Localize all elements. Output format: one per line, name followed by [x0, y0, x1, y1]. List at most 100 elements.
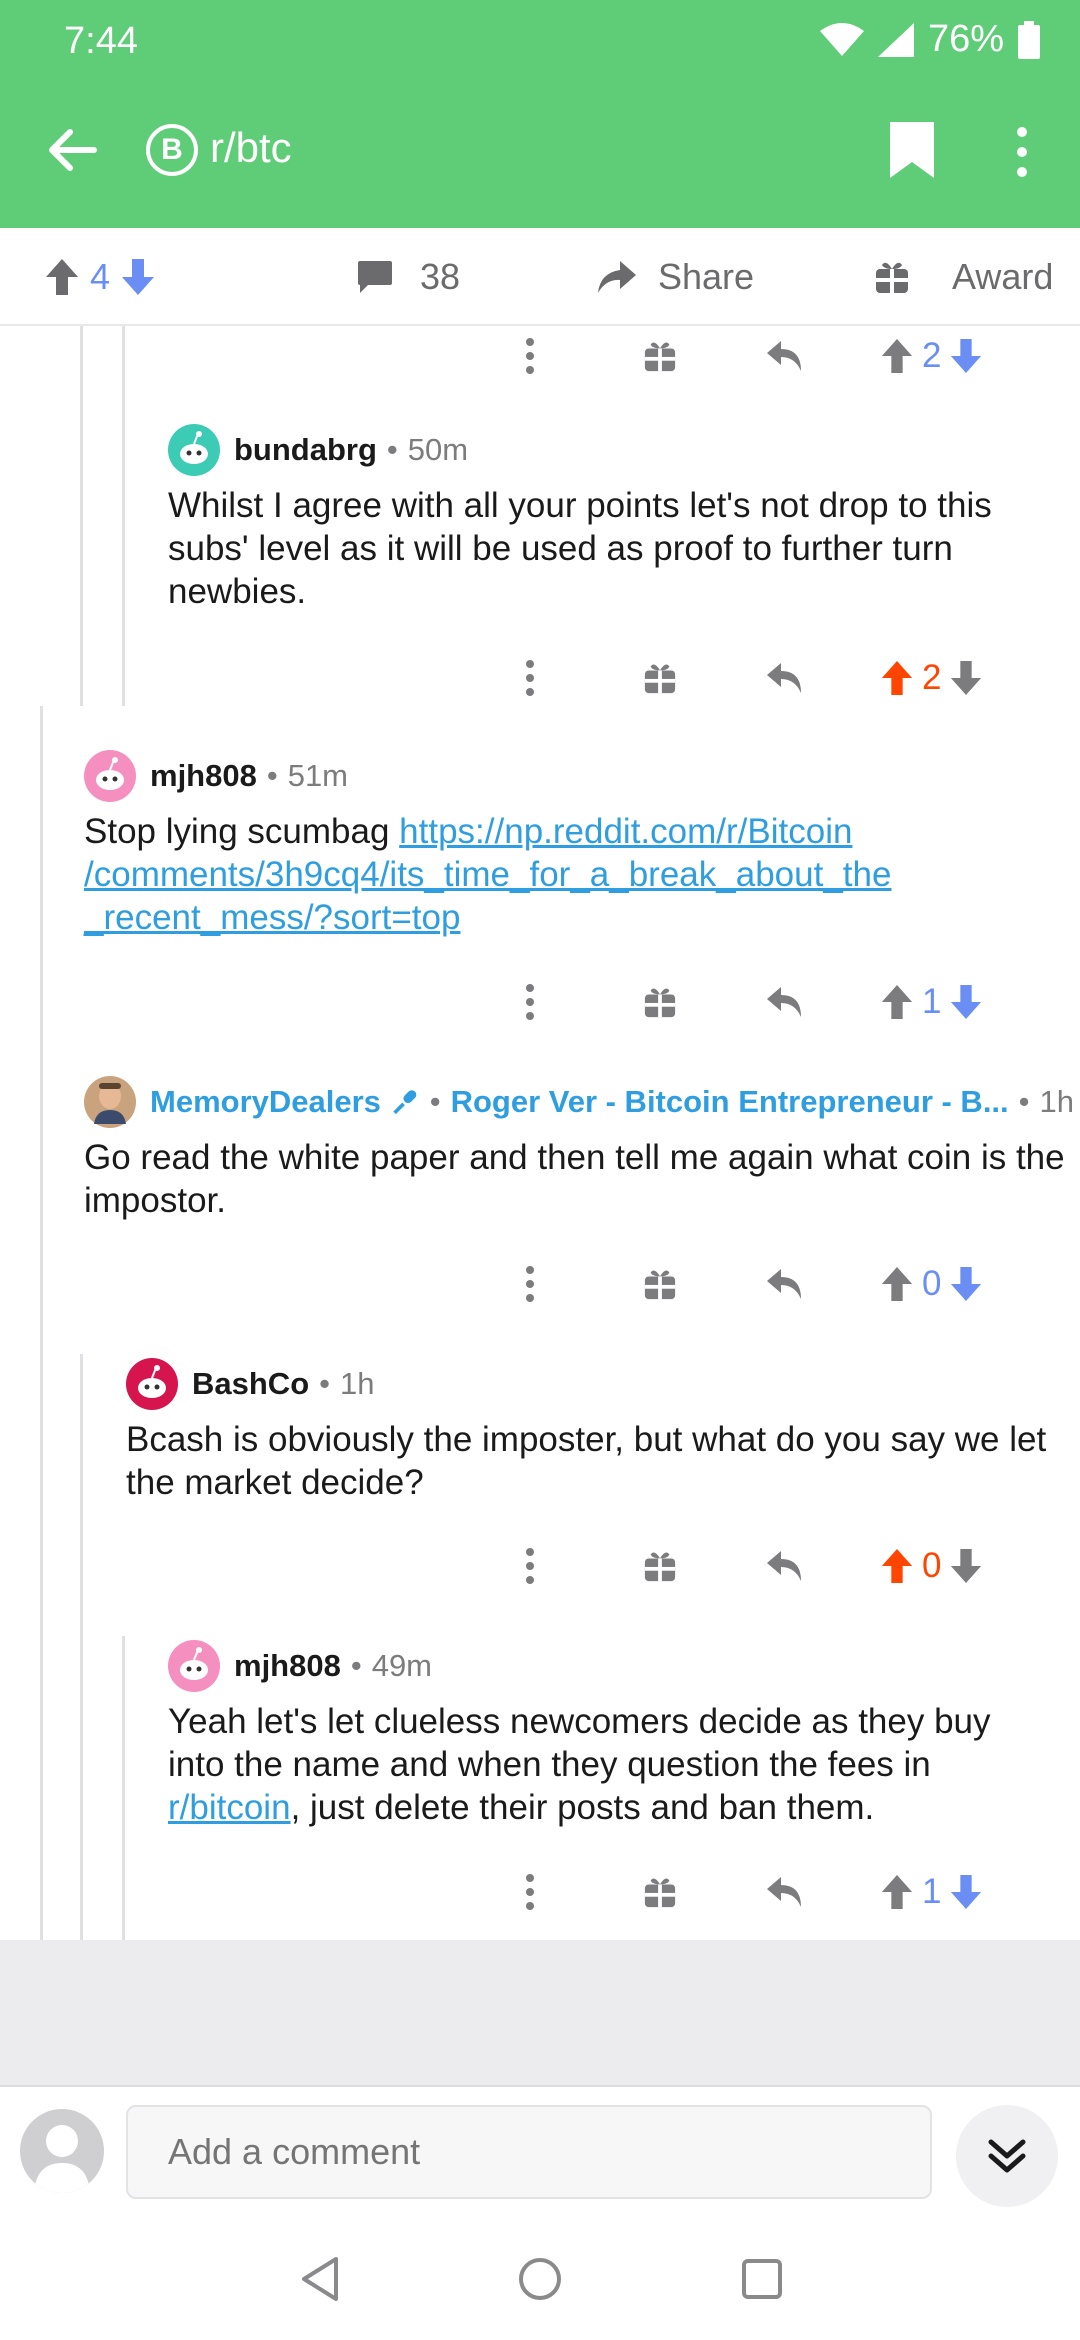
comment: MemoryDealers • Roger Ver - Bitcoin Entr… [84, 1072, 1074, 1222]
comments-button[interactable]: 38 [356, 228, 460, 326]
more-options-icon[interactable] [1004, 120, 1040, 184]
comment-author[interactable]: mjh808 [234, 1648, 341, 1684]
avatar[interactable] [84, 1076, 136, 1128]
downvote-icon[interactable] [949, 337, 983, 375]
share-button[interactable]: Share [596, 228, 754, 326]
avatar[interactable] [126, 1358, 178, 1410]
collapse-comments-button[interactable] [956, 2105, 1058, 2207]
comment-award-button[interactable] [630, 1862, 690, 1922]
comment-award-button[interactable] [630, 972, 690, 1032]
avatar[interactable] [168, 424, 220, 476]
downvote-icon[interactable] [949, 1265, 983, 1303]
comment-reply-button[interactable] [755, 326, 815, 386]
comment-time: 51m [287, 758, 349, 793]
back-arrow-icon[interactable] [40, 118, 104, 182]
award-button[interactable]: Award [874, 228, 1053, 326]
comment: mjh808 • 51m Stop lying scumbag https://… [84, 746, 1074, 939]
share-label: Share [658, 256, 755, 297]
downvote-icon[interactable] [949, 983, 983, 1021]
downvote-icon[interactable] [949, 1547, 983, 1585]
more-vertical-icon [526, 1548, 534, 1584]
comment-score: 0 [922, 1546, 942, 1585]
square-recents-icon [742, 2259, 782, 2299]
comment-time: 1h [340, 1366, 375, 1401]
comment-time: 50m [407, 432, 469, 467]
subreddit-icon[interactable]: B [146, 124, 198, 176]
comment-body: Bcash is obviously the imposter, but wha… [126, 1420, 1047, 1502]
upvote-icon[interactable] [880, 337, 914, 375]
wifi-icon [819, 22, 864, 56]
upvote-icon[interactable] [880, 983, 914, 1021]
comment-award-button[interactable] [630, 648, 690, 708]
comment-award-button[interactable] [630, 326, 690, 386]
comment-actions: 2 [500, 326, 1060, 386]
add-comment-input[interactable] [126, 2105, 932, 2199]
comment-author[interactable]: bundabrg [234, 432, 377, 468]
snoo-icon [138, 1365, 166, 1398]
thread-line [80, 1354, 83, 1940]
subreddit-link[interactable]: r/bitcoin [168, 1788, 291, 1827]
comment-link[interactable]: /comments/3h9cq4/its_time_for_a_break_ab… [84, 855, 891, 894]
comment-vote-group: 2 [880, 326, 1060, 386]
gift-icon [876, 262, 908, 293]
thread-line [40, 706, 43, 1940]
user-flair: Roger Ver - Bitcoin Entrepreneur - B... [450, 1084, 1009, 1119]
comment-more-button[interactable] [500, 972, 560, 1032]
comment-author[interactable]: mjh808 [150, 758, 257, 794]
system-nav-bar [0, 2215, 1080, 2340]
upvote-icon[interactable] [44, 257, 80, 297]
award-label: Award [952, 256, 1054, 297]
comment-reply-button[interactable] [755, 972, 815, 1032]
comment-more-button[interactable] [500, 1862, 560, 1922]
reply-icon [767, 987, 801, 1017]
comment-reply-button[interactable] [755, 648, 815, 708]
reply-icon [767, 1551, 801, 1581]
more-vertical-icon [526, 1874, 534, 1910]
comment-more-button[interactable] [500, 1536, 560, 1596]
comment-link[interactable]: https://np.reddit.com/r/Bitcoin [399, 812, 852, 851]
status-time: 7:44 [64, 20, 138, 62]
comment-score: 1 [922, 1872, 942, 1911]
downvote-icon[interactable] [120, 257, 156, 297]
comment-author[interactable]: MemoryDealers [150, 1084, 381, 1120]
circle-home-icon [519, 2258, 561, 2300]
comment-author[interactable]: BashCo [192, 1366, 309, 1402]
comment-time: 49m [371, 1648, 433, 1683]
upvote-icon[interactable] [880, 1547, 914, 1585]
comment-more-button[interactable] [500, 326, 560, 386]
more-vertical-icon [526, 660, 534, 696]
comment-reply-button[interactable] [755, 1862, 815, 1922]
post-vote-group: 4 [44, 228, 156, 326]
downvote-icon[interactable] [949, 659, 983, 697]
app-bar: B r/btc [0, 90, 1080, 210]
nav-home-button[interactable] [512, 2251, 568, 2307]
reply-icon [767, 341, 801, 371]
comment-list[interactable]: 2 bundabrg • 50m Whilst I agree with all… [0, 326, 1080, 1940]
comment-score: 2 [922, 336, 942, 375]
comment-award-button[interactable] [630, 1254, 690, 1314]
bookmark-icon[interactable] [884, 118, 940, 182]
comment-link[interactable]: _recent_mess/?sort=top [84, 898, 460, 937]
upvote-icon[interactable] [880, 1873, 914, 1911]
post-score: 4 [90, 256, 111, 297]
comment-reply-button[interactable] [755, 1254, 815, 1314]
gift-icon [644, 1270, 676, 1300]
upvote-icon[interactable] [880, 659, 914, 697]
list-end-spacer [0, 1940, 1080, 2085]
upvote-icon[interactable] [880, 1265, 914, 1303]
comment-actions: 2 [500, 648, 1060, 708]
profile-avatar[interactable] [20, 2109, 104, 2193]
comment-more-button[interactable] [500, 648, 560, 708]
comment-award-button[interactable] [630, 1536, 690, 1596]
nav-recents-button[interactable] [734, 2251, 790, 2307]
nav-back-button[interactable] [292, 2251, 348, 2307]
downvote-icon[interactable] [949, 1873, 983, 1911]
comment-vote-group: 1 [880, 1862, 1060, 1922]
comment-reply-button[interactable] [755, 1536, 815, 1596]
subreddit-name[interactable]: r/btc [210, 124, 292, 172]
comment-vote-group: 0 [880, 1536, 1060, 1596]
comment-more-button[interactable] [500, 1254, 560, 1314]
avatar[interactable] [84, 750, 136, 802]
user-icon [34, 2125, 90, 2193]
avatar[interactable] [168, 1640, 220, 1692]
